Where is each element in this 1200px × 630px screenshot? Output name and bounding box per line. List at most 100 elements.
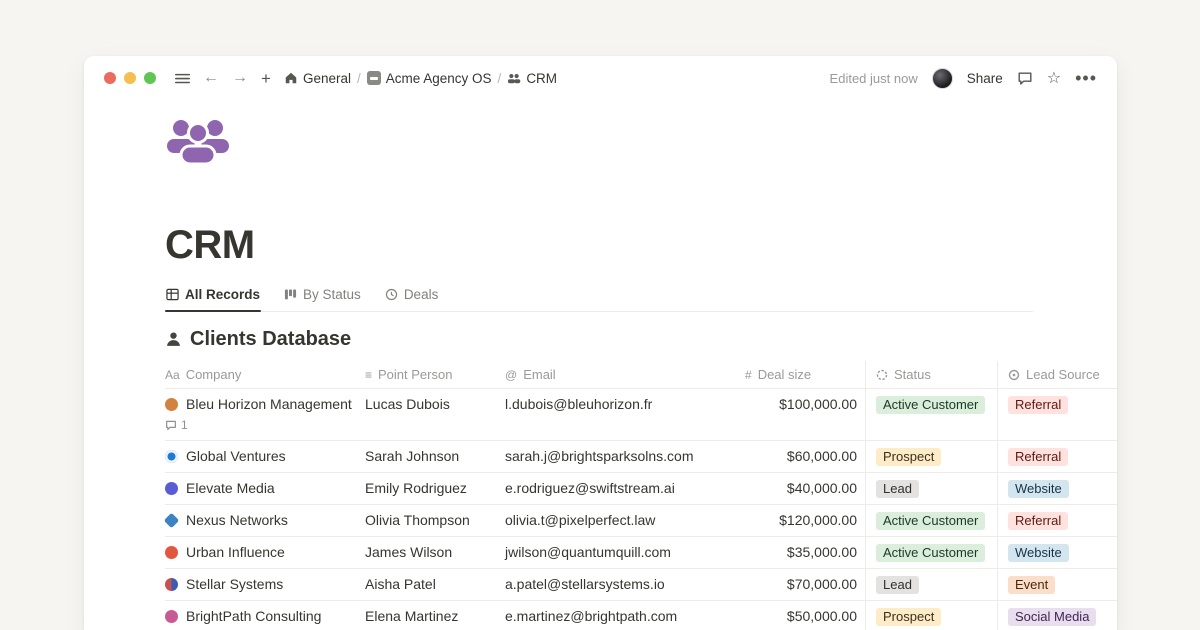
email-cell[interactable]: l.dubois@bleuhorizon.fr	[505, 389, 745, 440]
window-topbar: ← → + General / Acme Agency OS / CRM Edi…	[84, 56, 1117, 100]
comments-icon[interactable]	[1017, 70, 1033, 86]
company-cell[interactable]: Stellar Systems	[165, 569, 365, 600]
column-label: Status	[894, 367, 931, 382]
page-title: CRM	[165, 223, 1117, 267]
tab-deals[interactable]: Deals	[384, 287, 440, 311]
deal-size-cell[interactable]: $50,000.00	[745, 601, 865, 630]
breadcrumb-item-workspace[interactable]: Acme Agency OS	[367, 71, 492, 86]
column-header-status[interactable]: Status	[865, 361, 997, 388]
new-page-button[interactable]: +	[261, 70, 271, 87]
point-person-cell[interactable]: Aisha Patel	[365, 569, 505, 600]
table-row[interactable]: Urban Influence James Wilson jwilson@qua…	[165, 537, 1117, 569]
breadcrumb-item-general[interactable]: General	[284, 71, 351, 86]
email-cell[interactable]: olivia.t@pixelperfect.law	[505, 505, 745, 536]
deal-size-cell[interactable]: $35,000.00	[745, 537, 865, 568]
status-cell[interactable]: Active Customer	[865, 537, 997, 568]
column-label: Email	[523, 367, 556, 382]
table-icon	[166, 288, 179, 301]
table-row[interactable]: Nexus Networks Olivia Thompson olivia.t@…	[165, 505, 1117, 537]
point-person-cell[interactable]: James Wilson	[365, 537, 505, 568]
column-header-lead-source[interactable]: Lead Source	[997, 361, 1117, 388]
column-header-deal-size[interactable]: # Deal size	[745, 361, 865, 388]
status-cell[interactable]: Lead	[865, 569, 997, 600]
favorite-star-icon[interactable]: ☆	[1047, 68, 1061, 88]
person-icon	[165, 331, 182, 348]
point-person-cell[interactable]: Sarah Johnson	[365, 441, 505, 472]
breadcrumb-item-crm[interactable]: CRM	[507, 71, 557, 86]
close-window-button[interactable]	[104, 72, 116, 84]
database-section-header: Clients Database	[165, 328, 1117, 351]
email-cell[interactable]: a.patel@stellarsystems.io	[505, 569, 745, 600]
point-person-cell[interactable]: Elena Martinez	[365, 601, 505, 630]
tab-by-status[interactable]: By Status	[283, 287, 362, 311]
avatar[interactable]	[932, 68, 953, 89]
column-header-company[interactable]: Aa Company	[165, 361, 365, 388]
back-button[interactable]: ←	[203, 70, 219, 86]
lead-source-cell[interactable]: Event	[997, 569, 1117, 600]
breadcrumb-label: General	[303, 71, 351, 86]
lead-source-cell[interactable]: Referral	[997, 441, 1117, 472]
lead-source-cell[interactable]: Referral	[997, 389, 1117, 440]
forward-button[interactable]: →	[232, 70, 248, 86]
email-cell[interactable]: e.martinez@brightpath.com	[505, 601, 745, 630]
lead-source-cell[interactable]: Website	[997, 473, 1117, 504]
minimize-window-button[interactable]	[124, 72, 136, 84]
title-icon: Aa	[165, 368, 180, 382]
status-badge: Prospect	[876, 608, 941, 626]
status-cell[interactable]: Prospect	[865, 601, 997, 630]
email-cell[interactable]: jwilson@quantumquill.com	[505, 537, 745, 568]
company-cell[interactable]: Nexus Networks	[165, 505, 365, 536]
board-icon	[284, 288, 297, 301]
deal-size-cell[interactable]: $60,000.00	[745, 441, 865, 472]
sidebar-toggle-icon[interactable]	[175, 71, 190, 86]
table-row[interactable]: Global Ventures Sarah Johnson sarah.j@br…	[165, 441, 1117, 473]
lead-source-badge: Website	[1008, 480, 1069, 498]
column-header-point-person[interactable]: ≡ Point Person	[365, 361, 505, 388]
table-row[interactable]: Bleu Horizon Management 1 Lucas Dubois l…	[165, 389, 1117, 441]
lead-source-cell[interactable]: Referral	[997, 505, 1117, 536]
email-cell[interactable]: sarah.j@brightsparksolns.com	[505, 441, 745, 472]
share-button[interactable]: Share	[967, 71, 1003, 86]
deal-size-cell[interactable]: $120,000.00	[745, 505, 865, 536]
company-icon	[165, 450, 178, 463]
status-cell[interactable]: Active Customer	[865, 389, 997, 440]
zoom-window-button[interactable]	[144, 72, 156, 84]
deal-size-cell[interactable]: $100,000.00	[745, 389, 865, 440]
lead-source-cell[interactable]: Website	[997, 537, 1117, 568]
breadcrumb-label: Acme Agency OS	[386, 71, 492, 86]
status-cell[interactable]: Lead	[865, 473, 997, 504]
company-cell[interactable]: Global Ventures	[165, 441, 365, 472]
tab-label: By Status	[303, 287, 361, 302]
company-name: Bleu Horizon Management	[186, 395, 352, 413]
company-cell[interactable]: Bleu Horizon Management 1	[165, 389, 365, 440]
table-row[interactable]: Stellar Systems Aisha Patel a.patel@stel…	[165, 569, 1117, 601]
point-person-cell[interactable]: Olivia Thompson	[365, 505, 505, 536]
company-name: Elevate Media	[186, 479, 275, 497]
comment-indicator[interactable]: 1	[165, 416, 357, 434]
comment-bubble-icon	[165, 419, 177, 431]
people-group-icon[interactable]	[165, 118, 231, 166]
table-row[interactable]: BrightPath Consulting Elena Martinez e.m…	[165, 601, 1117, 630]
company-cell[interactable]: Elevate Media	[165, 473, 365, 504]
breadcrumb: General / Acme Agency OS / CRM	[284, 71, 557, 86]
email-cell[interactable]: e.rodriguez@swiftstream.ai	[505, 473, 745, 504]
lead-source-cell[interactable]: Social Media	[997, 601, 1117, 630]
status-cell[interactable]: Active Customer	[865, 505, 997, 536]
breadcrumb-label: CRM	[526, 71, 557, 86]
database-title: Clients Database	[190, 328, 351, 351]
tab-all-records[interactable]: All Records	[165, 287, 261, 311]
more-options-icon[interactable]: •••	[1075, 68, 1097, 89]
company-cell[interactable]: Urban Influence	[165, 537, 365, 568]
table-body: Bleu Horizon Management 1 Lucas Dubois l…	[165, 389, 1117, 630]
company-cell[interactable]: BrightPath Consulting	[165, 601, 365, 630]
point-person-cell[interactable]: Emily Rodriguez	[365, 473, 505, 504]
deal-size-cell[interactable]: $40,000.00	[745, 473, 865, 504]
status-cell[interactable]: Prospect	[865, 441, 997, 472]
column-header-email[interactable]: @ Email	[505, 361, 745, 388]
tab-label: All Records	[185, 287, 260, 302]
table-row[interactable]: Elevate Media Emily Rodriguez e.rodrigue…	[165, 473, 1117, 505]
company-icon	[165, 578, 178, 591]
point-person-cell[interactable]: Lucas Dubois	[365, 389, 505, 440]
breadcrumb-separator: /	[357, 71, 361, 86]
deal-size-cell[interactable]: $70,000.00	[745, 569, 865, 600]
